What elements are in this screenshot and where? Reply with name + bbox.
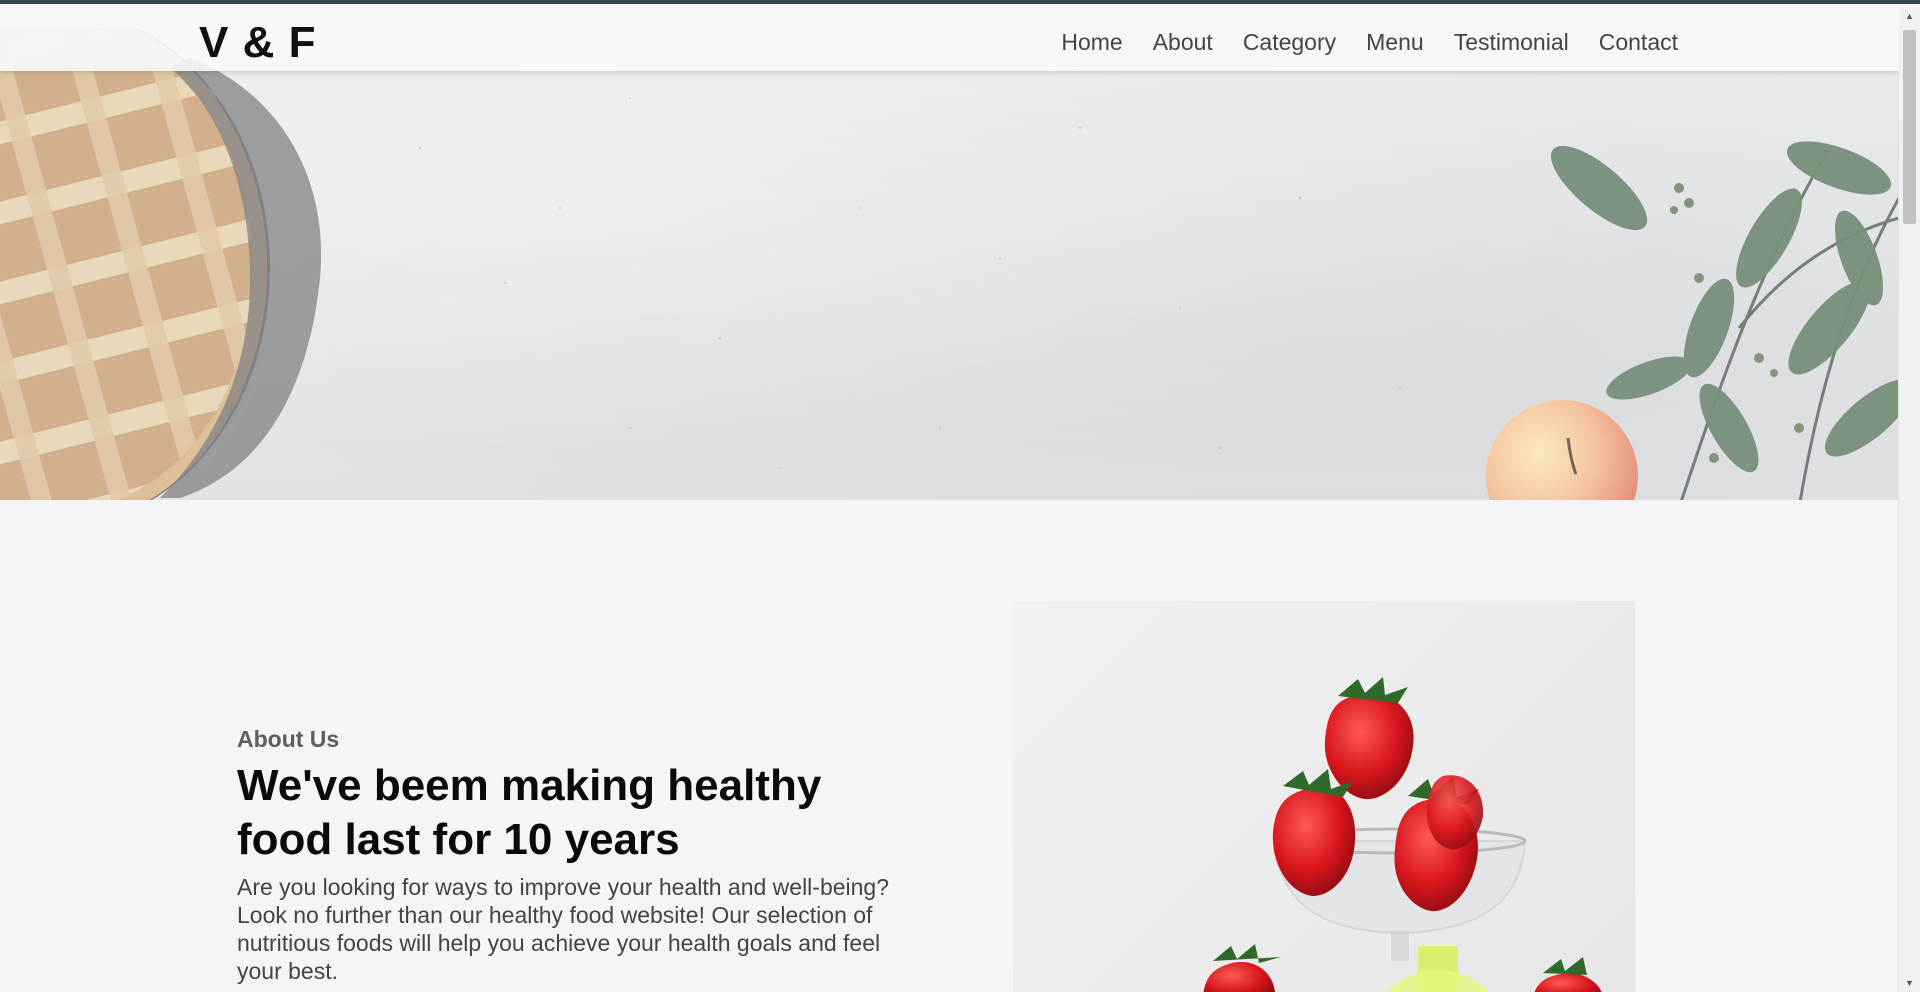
page: V & F Home About Category Menu Testimoni… (0, 8, 1899, 992)
nav-link-testimonial[interactable]: Testimonial (1454, 29, 1569, 56)
nav-link-menu[interactable]: Menu (1366, 29, 1424, 56)
scroll-up-icon[interactable]: ▲ (1899, 8, 1920, 25)
nav-link-category[interactable]: Category (1243, 29, 1336, 56)
nav-link-about[interactable]: About (1153, 29, 1213, 56)
about-section: About Us We've beem making healthy food … (237, 726, 897, 985)
site-logo[interactable]: V & F (199, 18, 316, 68)
strawberries-photo (1013, 601, 1635, 992)
scroll-down-icon[interactable]: ▼ (1899, 975, 1920, 992)
vertical-scrollbar[interactable]: ▲ ▼ (1898, 8, 1920, 992)
about-eyebrow: About Us (237, 726, 340, 752)
scrollbar-thumb[interactable] (1903, 30, 1916, 224)
site-header: V & F Home About Category Menu Testimoni… (0, 8, 1899, 71)
main-nav: Home About Category Menu Testimonial Con… (1061, 29, 1678, 56)
hero-overlay (0, 8, 1899, 500)
hero-banner (0, 8, 1899, 500)
nav-link-contact[interactable]: Contact (1599, 29, 1678, 56)
about-description: Are you looking for ways to improve your… (237, 874, 890, 984)
nav-link-home[interactable]: Home (1061, 29, 1122, 56)
strawberry-bowl-image (1203, 677, 1602, 992)
about-headline: We've beem making healthy food last for … (237, 761, 822, 864)
